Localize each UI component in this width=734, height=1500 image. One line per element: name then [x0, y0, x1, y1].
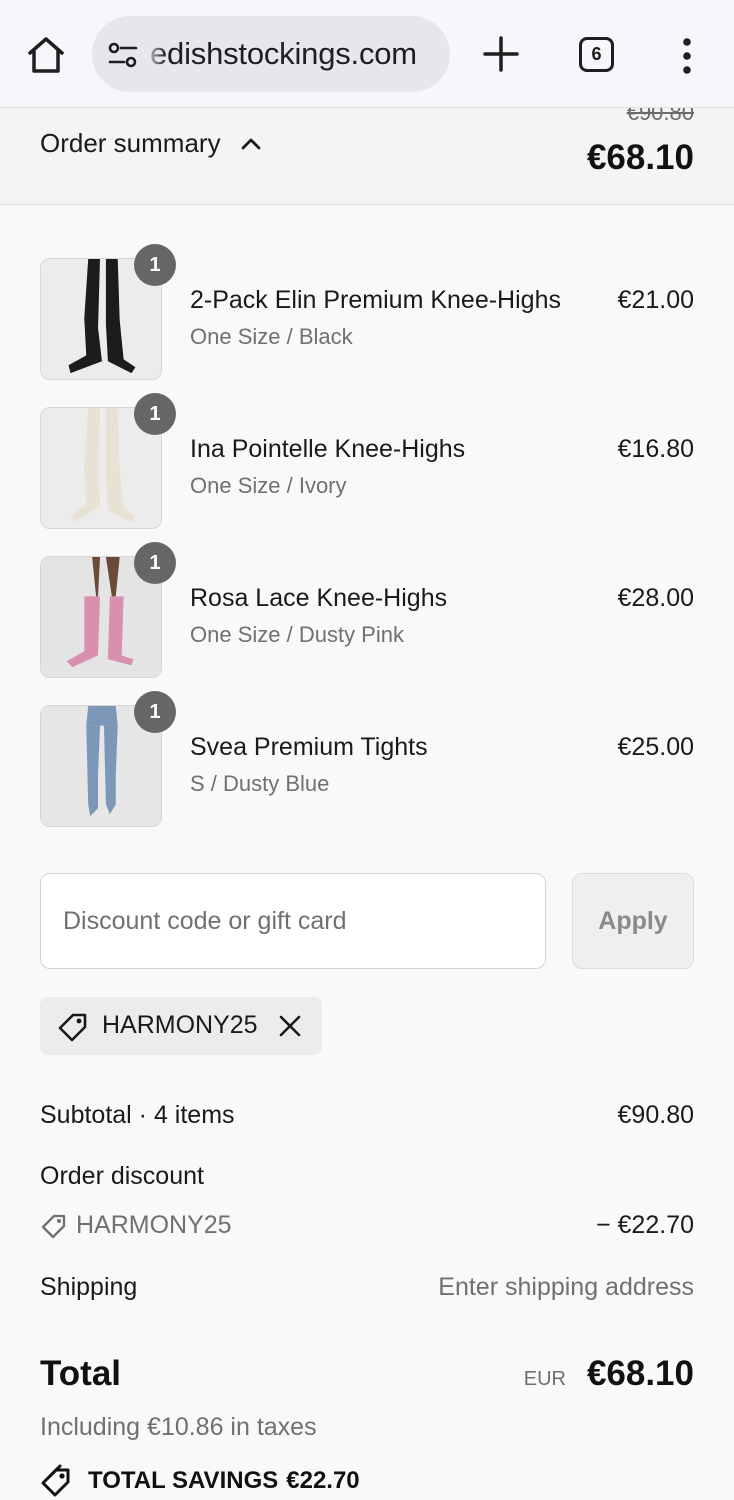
savings-label: TOTAL SAVINGS [88, 1467, 279, 1494]
item-variant: One Size / Black [190, 324, 353, 349]
total-label: Total [40, 1354, 122, 1393]
home-icon[interactable] [24, 33, 68, 77]
item-name: Rosa Lace Knee-Highs [190, 584, 448, 612]
browser-toolbar: edishstockings.com 6 [0, 0, 734, 108]
item-variant: One Size / Ivory [190, 473, 347, 498]
tab-switcher-icon[interactable]: 6 [579, 37, 614, 72]
item-name: Ina Pointelle Knee-Highs [190, 435, 466, 463]
quantity-badge: 1 [134, 542, 176, 584]
tag-icon [41, 1214, 66, 1239]
applied-discount-code: HARMONY25 [102, 1011, 258, 1039]
url-fade [144, 16, 166, 92]
address-bar[interactable]: edishstockings.com [92, 16, 450, 92]
leg-shape [86, 706, 118, 726]
quantity-badge: 1 [134, 691, 176, 733]
applied-discount-chip: HARMONY25 [40, 997, 322, 1055]
item-name: Svea Premium Tights [190, 733, 428, 761]
subtotal-label: Subtotal · 4 items [40, 1101, 235, 1129]
line-item: 1 Svea Premium Tights S / Dusty Blue €25… [0, 691, 734, 829]
item-price: €25.00 [617, 733, 694, 761]
order-summary-toggle[interactable]: Order summary €90.80 €68.10 [0, 108, 734, 205]
leg-shape [103, 725, 118, 815]
line-item: 1 2-Pack Elin Premium Knee-Highs One Siz… [0, 244, 734, 382]
more-vert-icon[interactable] [676, 36, 698, 76]
total-savings: TOTAL SAVINGS €22.70 [88, 1467, 360, 1495]
savings-value: €22.70 [286, 1467, 360, 1494]
site-settings-icon[interactable] [106, 38, 140, 72]
order-summary-label: Order summary [40, 128, 221, 158]
shipping-value: Enter shipping address [438, 1273, 694, 1301]
discount-code: HARMONY25 [76, 1211, 232, 1239]
discount-code-input[interactable] [40, 873, 546, 969]
savings-tag-icon [41, 1464, 70, 1497]
quantity-badge: 1 [134, 244, 176, 286]
tag-icon [58, 1013, 87, 1042]
original-total: €90.80 [626, 108, 694, 125]
line-item: 1 Ina Pointelle Knee-Highs One Size / Iv… [0, 393, 734, 531]
line-item: 1 Rosa Lace Knee-Highs One Size / Dusty … [0, 542, 734, 680]
item-price: €21.00 [617, 286, 694, 314]
item-variant: One Size / Dusty Pink [190, 622, 404, 647]
remove-discount-icon[interactable] [278, 1014, 302, 1038]
subtotal-value: €90.80 [617, 1101, 694, 1129]
quantity-badge: 1 [134, 393, 176, 435]
item-variant: S / Dusty Blue [190, 771, 330, 796]
total-value: €68.10 [586, 1354, 694, 1393]
item-price: €16.80 [617, 435, 694, 463]
shipping-label: Shipping [40, 1273, 138, 1301]
new-tab-icon[interactable] [480, 33, 522, 75]
currency-code: EUR [523, 1368, 566, 1390]
apply-button[interactable]: Apply [572, 873, 694, 969]
url-text[interactable]: edishstockings.com [150, 36, 417, 72]
discount-value: − €22.70 [595, 1211, 694, 1239]
chevron-up-icon [241, 138, 261, 150]
item-name: 2-Pack Elin Premium Knee-Highs [190, 286, 561, 314]
leg-shape [86, 725, 101, 817]
taxes-note: Including €10.86 in taxes [40, 1413, 317, 1441]
order-discount-label: Order discount [40, 1162, 204, 1190]
summary-total: €68.10 [586, 138, 694, 177]
item-price: €28.00 [617, 584, 694, 612]
